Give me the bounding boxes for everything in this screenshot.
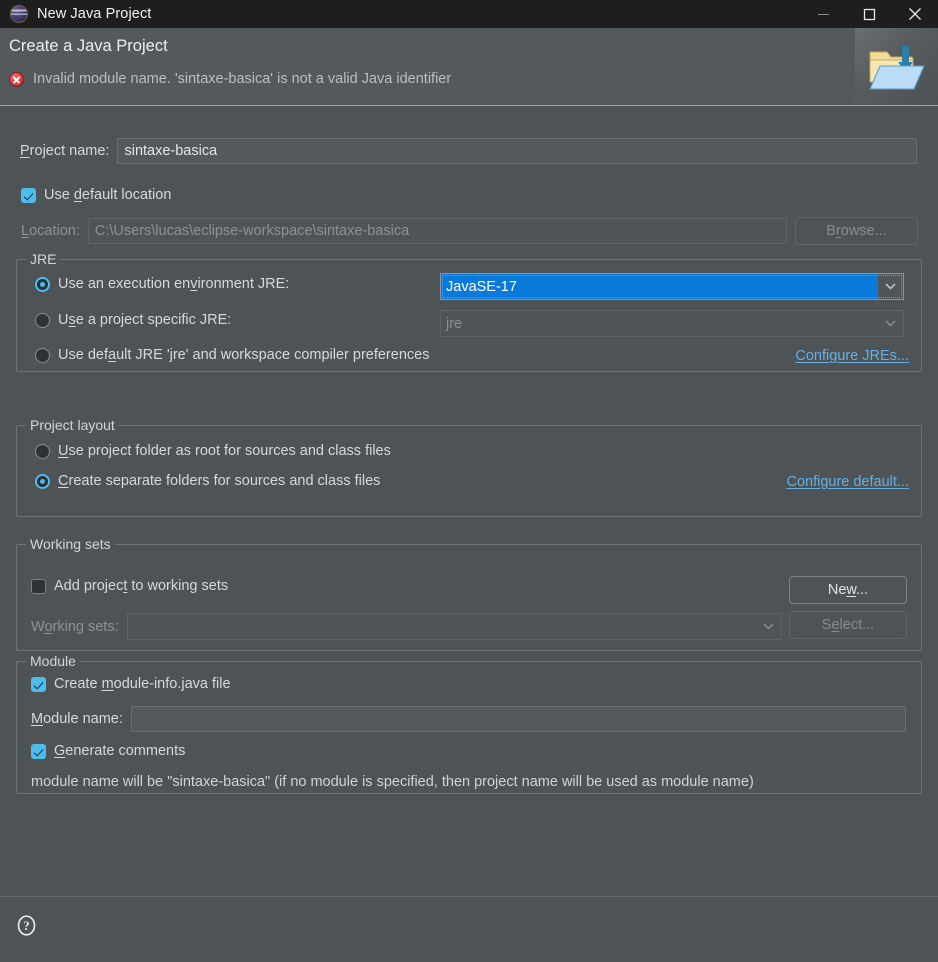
module-name-row: Module name: bbox=[31, 706, 909, 732]
dialog-body: Project name: Use default location Locat… bbox=[0, 107, 938, 896]
generate-comments-row[interactable]: Generate comments bbox=[31, 743, 185, 759]
project-specific-jre-radio[interactable] bbox=[35, 312, 50, 328]
maximize-icon bbox=[863, 8, 875, 20]
use-default-location-label: Use default location bbox=[44, 187, 172, 203]
execution-environment-label: Use an execution environment JRE: bbox=[58, 276, 290, 292]
layout-option-project-folder[interactable]: Use project folder as root for sources a… bbox=[35, 443, 391, 459]
dialog-footer: ? < Back Next > Finish Cancel bbox=[0, 896, 938, 962]
project-name-row: Project name: bbox=[20, 138, 918, 164]
working-sets-legend: Working sets bbox=[26, 536, 115, 552]
separate-folders-radio[interactable] bbox=[35, 473, 50, 489]
working-sets-combo[interactable] bbox=[126, 613, 782, 640]
help-icon[interactable]: ? bbox=[16, 915, 37, 936]
configure-jres-link[interactable]: Configure JREs... bbox=[795, 348, 909, 364]
project-specific-jre-combo[interactable]: jre bbox=[440, 310, 904, 337]
project-name-label: Project name: bbox=[20, 143, 110, 159]
chevron-down-icon[interactable] bbox=[756, 614, 781, 639]
maximize-button[interactable] bbox=[846, 0, 892, 28]
execution-environment-value: JavaSE-17 bbox=[441, 274, 878, 299]
minimize-button[interactable] bbox=[800, 0, 846, 28]
jre-option-project-specific[interactable]: Use a project specific JRE: bbox=[35, 312, 231, 328]
module-name-note: module name will be "sintaxe-basica" (if… bbox=[31, 774, 754, 790]
working-sets-label: Working sets: bbox=[31, 618, 119, 635]
validation-message-row: Invalid module name. 'sintaxe-basica' is… bbox=[9, 71, 451, 87]
execution-environment-radio[interactable] bbox=[35, 276, 50, 292]
jre-option-default[interactable]: Use default JRE 'jre' and workspace comp… bbox=[35, 347, 429, 363]
working-sets-value bbox=[128, 614, 756, 639]
module-group: Module Create module-info.java file Modu… bbox=[16, 653, 922, 794]
select-working-set-button[interactable]: Select... bbox=[789, 611, 907, 639]
validation-message: Invalid module name. 'sintaxe-basica' is… bbox=[33, 71, 452, 87]
page-title: Create a Java Project bbox=[9, 37, 168, 55]
project-specific-jre-label: Use a project specific JRE: bbox=[58, 312, 232, 328]
jre-group: JRE Use an execution environment JRE: Ja… bbox=[16, 251, 922, 372]
create-module-info-checkbox[interactable] bbox=[31, 676, 46, 692]
chevron-down-icon[interactable] bbox=[878, 274, 903, 299]
use-default-location-row[interactable]: Use default location bbox=[21, 187, 171, 203]
module-name-label: Module name: bbox=[31, 711, 123, 727]
title-bar: New Java Project bbox=[0, 0, 938, 28]
window-controls bbox=[800, 0, 938, 28]
location-label: Location: bbox=[21, 223, 80, 239]
svg-text:?: ? bbox=[23, 919, 29, 933]
close-button[interactable] bbox=[892, 0, 938, 28]
create-module-info-label: Create module-info.java file bbox=[54, 676, 231, 692]
project-layout-legend: Project layout bbox=[26, 417, 119, 433]
use-default-location-checkbox[interactable] bbox=[21, 187, 36, 203]
project-specific-jre-value: jre bbox=[446, 315, 463, 332]
add-to-working-sets-checkbox[interactable] bbox=[31, 578, 46, 594]
dialog-header: Create a Java Project Invalid module nam… bbox=[0, 28, 938, 106]
add-to-working-sets-row[interactable]: Add project to working sets bbox=[31, 578, 228, 594]
window-title: New Java Project bbox=[37, 6, 152, 22]
java-project-folder-icon bbox=[866, 40, 926, 99]
create-module-info-row[interactable]: Create module-info.java file bbox=[31, 676, 231, 692]
working-sets-group: Working sets Add project to working sets… bbox=[16, 536, 922, 651]
separate-folders-label: Create separate folders for sources and … bbox=[58, 473, 381, 489]
module-legend: Module bbox=[26, 653, 80, 669]
error-icon bbox=[9, 71, 24, 87]
default-jre-label: Use default JRE 'jre' and workspace comp… bbox=[58, 347, 430, 363]
project-folder-root-label: Use project folder as root for sources a… bbox=[58, 443, 391, 459]
banner-illustration bbox=[855, 28, 938, 105]
chevron-down-icon[interactable] bbox=[878, 311, 903, 336]
minimize-icon bbox=[817, 13, 829, 15]
project-name-input[interactable] bbox=[117, 138, 918, 164]
module-name-input[interactable] bbox=[130, 706, 906, 732]
new-working-set-button[interactable]: New... bbox=[789, 576, 907, 604]
project-folder-root-radio[interactable] bbox=[35, 443, 50, 459]
generate-comments-checkbox[interactable] bbox=[31, 743, 46, 759]
browse-button[interactable]: Browse... bbox=[794, 217, 918, 245]
default-jre-radio[interactable] bbox=[35, 347, 50, 363]
project-layout-group: Project layout Use project folder as roo… bbox=[16, 417, 922, 517]
execution-environment-combo[interactable]: JavaSE-17 bbox=[440, 273, 904, 300]
generate-comments-label: Generate comments bbox=[54, 743, 186, 759]
jre-option-execution-environment[interactable]: Use an execution environment JRE: bbox=[35, 276, 289, 292]
working-sets-row: Working sets: bbox=[31, 613, 782, 640]
close-icon bbox=[909, 8, 921, 20]
layout-option-separate-folders[interactable]: Create separate folders for sources and … bbox=[35, 473, 380, 489]
configure-default-link[interactable]: Configure default... bbox=[786, 474, 909, 490]
jre-group-legend: JRE bbox=[26, 251, 61, 267]
location-row: Location: Browse... bbox=[21, 217, 918, 245]
location-input[interactable] bbox=[87, 218, 787, 244]
add-to-working-sets-label: Add project to working sets bbox=[54, 578, 229, 594]
eclipse-icon bbox=[10, 5, 28, 23]
